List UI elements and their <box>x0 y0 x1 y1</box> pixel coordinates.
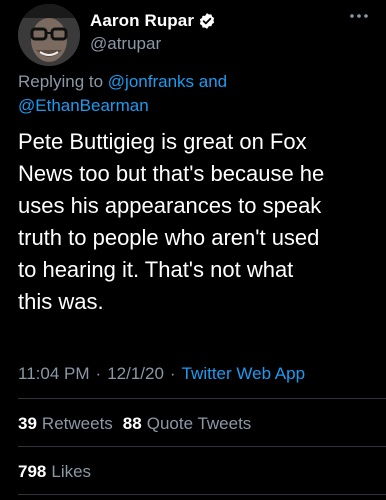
quote-tweets-count: 88 <box>122 414 142 433</box>
meta-separator: · <box>95 364 102 383</box>
tweet-text: Pete Buttigieg is great on Fox News too … <box>18 129 325 314</box>
tweet-time[interactable]: 11:04 PM <box>18 364 90 384</box>
verified-badge-icon <box>198 12 216 30</box>
replying-to-label: Replying to <box>18 72 104 91</box>
more-options-icon[interactable] <box>348 8 370 24</box>
tweet-header: Aaron Rupar @atrupar <box>18 4 370 66</box>
retweets-stat[interactable]: 39 Retweets <box>18 414 113 434</box>
tweet-source-link[interactable]: Twitter Web App <box>182 364 305 384</box>
tweet-date[interactable]: 12/1/20 <box>107 364 164 384</box>
author-names: Aaron Rupar @atrupar <box>90 10 216 54</box>
likes-stat[interactable]: 798 Likes <box>18 462 91 482</box>
retweets-count: 39 <box>18 414 37 433</box>
display-name[interactable]: Aaron Rupar <box>90 11 194 31</box>
replying-to: Replying to @jonfranks and @EthanBearman <box>18 70 368 118</box>
engagement-stats: 39 Retweets 88 Quote Tweets <box>18 414 261 434</box>
likes-label: Likes <box>51 462 92 481</box>
divider <box>18 446 386 447</box>
handle[interactable]: @atrupar <box>90 34 216 54</box>
avatar-icon[interactable] <box>18 4 80 66</box>
likes-stats: 798 Likes <box>18 462 101 482</box>
display-name-row: Aaron Rupar <box>90 10 216 32</box>
tweet-detail: Aaron Rupar @atrupar Replying to @jonfra… <box>0 0 386 500</box>
divider <box>18 494 386 495</box>
divider <box>18 398 386 399</box>
meta-separator: · <box>169 364 176 383</box>
reply-mentions-link-1[interactable]: @jonfranks and <box>108 72 227 91</box>
tweet-meta: 11:04 PM · 12/1/20 · Twitter Web App <box>18 364 305 384</box>
likes-count: 798 <box>18 462 47 481</box>
reply-mentions-link-2[interactable]: @EthanBearman <box>18 96 149 115</box>
quote-tweets-label: Quote Tweets <box>146 414 252 433</box>
quote-tweets-stat[interactable]: 88 Quote Tweets <box>123 414 252 434</box>
retweets-label: Retweets <box>41 414 113 433</box>
